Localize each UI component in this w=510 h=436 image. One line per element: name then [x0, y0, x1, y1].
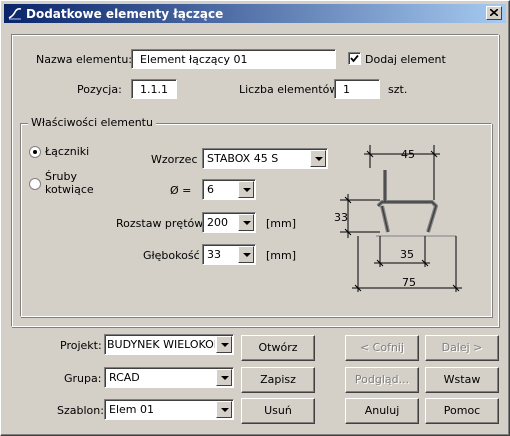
properties-group-title: Właściwości elementu — [28, 116, 156, 129]
element-name-input[interactable]: Element łączący 01 — [131, 49, 336, 69]
connectors-radio[interactable] — [29, 146, 41, 158]
chevron-down-icon[interactable] — [216, 336, 232, 353]
diameter-select[interactable]: 6 — [202, 179, 256, 200]
pattern-value: STABOX 45 S — [207, 152, 279, 165]
title-bar[interactable]: Dodatkowe elementy łączące — [4, 4, 506, 23]
diameter-label: Ø = — [170, 184, 192, 197]
preview-button[interactable]: Podgląd... — [345, 367, 419, 393]
template-select[interactable]: Elem 01 — [104, 399, 234, 420]
delete-button[interactable]: Usuń — [241, 398, 315, 424]
bar-spacing-unit: [mm] — [266, 217, 297, 230]
close-icon — [490, 9, 498, 16]
diameter-value: 6 — [207, 183, 214, 196]
dim-left-label: 33 — [334, 211, 348, 224]
save-button[interactable]: Zapisz — [241, 367, 315, 393]
next-button[interactable]: Dalej > — [425, 335, 499, 361]
close-button[interactable] — [486, 6, 502, 20]
app-icon — [8, 8, 22, 20]
insert-button[interactable]: Wstaw — [425, 367, 499, 393]
dim-mid-label: 35 — [400, 248, 414, 261]
project-value: BUDYNEK WIELOKOND — [107, 338, 215, 351]
anchor-bolts-radio[interactable] — [29, 178, 41, 190]
depth-label: Głębokość — [143, 249, 200, 262]
cancel-button[interactable]: Anuluj — [345, 398, 419, 424]
position-input[interactable]: 1.1.1 — [131, 79, 177, 99]
group-label: Grupa: — [64, 372, 102, 385]
open-button[interactable]: Otwórz — [241, 335, 315, 361]
bar-spacing-value: 200 — [207, 216, 228, 229]
pattern-label: Wzorzec — [151, 153, 198, 166]
chevron-down-icon[interactable] — [238, 214, 254, 231]
back-button[interactable]: < Cofnij — [345, 335, 419, 361]
chevron-down-icon[interactable] — [216, 401, 232, 418]
bar-spacing-label: Rozstaw prętów — [116, 217, 204, 230]
group-value: RCAD — [109, 371, 140, 384]
anchor-bolts-label-1: Śruby — [45, 170, 77, 183]
chevron-down-icon[interactable] — [310, 150, 326, 167]
project-select[interactable]: BUDYNEK WIELOKOND — [104, 334, 234, 355]
chevron-down-icon[interactable] — [216, 369, 232, 386]
position-label: Pozycja: — [77, 83, 122, 96]
help-button[interactable]: Pomoc — [425, 398, 499, 424]
anchor-bolts-label-2: kotwiące — [45, 183, 94, 196]
count-unit-label: szt. — [388, 83, 408, 96]
chevron-down-icon[interactable] — [238, 246, 254, 263]
group-select[interactable]: RCAD — [104, 367, 234, 388]
depth-select[interactable]: 33 — [202, 244, 256, 265]
bar-spacing-select[interactable]: 200 — [202, 212, 256, 233]
project-label: Projekt: — [60, 339, 102, 352]
pattern-select[interactable]: STABOX 45 S — [202, 148, 328, 169]
depth-value: 33 — [207, 248, 221, 261]
add-element-checkbox[interactable] — [348, 52, 361, 65]
connector-profile-diagram: 45 33 35 75 — [334, 145, 462, 292]
element-name-label: Nazwa elementu: — [36, 53, 133, 66]
dim-bottom-label: 75 — [402, 276, 416, 289]
element-count-label: Liczba elementów: — [239, 83, 342, 96]
element-count-input[interactable]: 1 — [334, 79, 380, 99]
connectors-radio-label: Łączniki — [45, 145, 90, 158]
checkmark-icon — [350, 54, 359, 63]
chevron-down-icon[interactable] — [238, 181, 254, 198]
template-value: Elem 01 — [109, 403, 154, 416]
template-label: Szablon: — [57, 404, 104, 417]
dim-top-label: 45 — [401, 148, 415, 161]
depth-unit: [mm] — [266, 249, 297, 262]
add-element-label: Dodaj element — [365, 53, 446, 66]
window-title: Dodatkowe elementy łączące — [26, 7, 224, 21]
